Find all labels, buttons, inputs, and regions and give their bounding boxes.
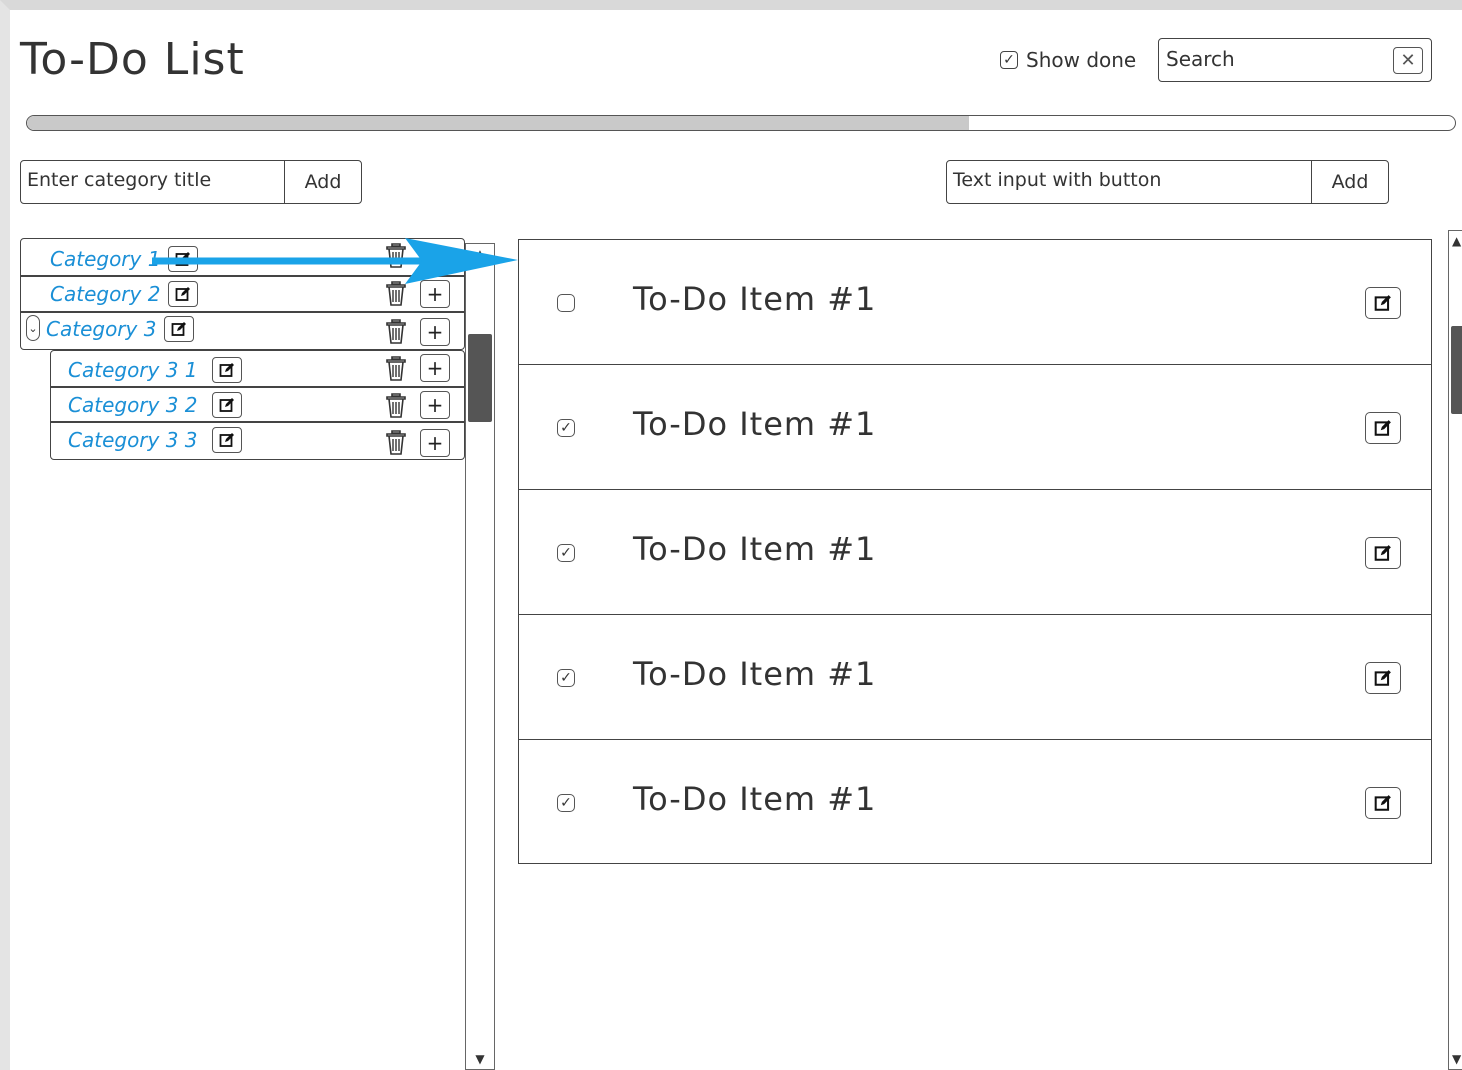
subcategory-item[interactable]: Category 3 2 xyxy=(68,387,242,422)
category-input-group: Enter category title Add xyxy=(20,160,362,204)
show-done-label: Show done xyxy=(1026,48,1137,72)
todo-text: To-Do Item #1 xyxy=(633,655,877,693)
edit-icon[interactable] xyxy=(211,426,242,453)
category-label[interactable]: Category 3 1 xyxy=(68,358,198,382)
edit-icon[interactable] xyxy=(1365,287,1401,319)
scrollbar-thumb[interactable] xyxy=(468,334,492,422)
todo-text-input[interactable]: Text input with button xyxy=(947,161,1311,203)
add-subcategory-button[interactable]: + xyxy=(420,318,450,346)
todo-checkbox[interactable]: ✓ xyxy=(557,669,575,687)
todo-text: To-Do Item #1 xyxy=(633,405,877,443)
category-item[interactable]: Category 2 xyxy=(50,276,199,311)
todo-input-group: Text input with button Add xyxy=(946,160,1389,204)
todo-item[interactable]: ✓ To-Do Item #1 xyxy=(518,489,1432,614)
todo-text: To-Do Item #1 xyxy=(633,780,877,818)
trash-icon[interactable] xyxy=(382,353,410,383)
scroll-up-icon[interactable]: ▲ xyxy=(466,244,494,264)
chevron-down-icon[interactable]: ⌄ xyxy=(26,315,40,341)
add-subcategory-button[interactable]: + xyxy=(420,354,450,382)
category-tree: Category 1 Category 2 + ⌄ Category 3 + C… xyxy=(20,238,495,1070)
scroll-down-icon[interactable]: ▼ xyxy=(1449,1049,1462,1069)
todo-item[interactable]: ✓ To-Do Item #1 xyxy=(518,739,1432,864)
trash-icon[interactable] xyxy=(382,316,410,346)
page-title: To-Do List xyxy=(20,34,245,85)
category-scrollbar[interactable]: ▲ ▼ xyxy=(465,243,495,1070)
scrollbar-thumb[interactable] xyxy=(1451,326,1462,414)
todo-list: To-Do Item #1 ✓ To-Do Item #1 ✓ To-Do It… xyxy=(518,239,1432,864)
trash-icon[interactable] xyxy=(382,427,410,457)
todo-checkbox[interactable]: ✓ xyxy=(557,794,575,812)
show-done-checkbox[interactable]: ✓ xyxy=(1000,51,1018,69)
category-label[interactable]: Category 2 xyxy=(50,282,160,306)
add-subcategory-button[interactable]: + xyxy=(420,391,450,419)
scroll-down-icon[interactable]: ▼ xyxy=(466,1049,494,1069)
search-input[interactable]: Search xyxy=(1166,47,1235,71)
edit-icon[interactable] xyxy=(1365,662,1401,694)
edit-icon[interactable] xyxy=(168,245,199,272)
close-icon[interactable]: ✕ xyxy=(1393,47,1423,74)
todo-checkbox[interactable]: ✓ xyxy=(557,544,575,562)
category-item[interactable]: Category 1 xyxy=(50,241,199,276)
add-subcategory-button[interactable]: + xyxy=(420,280,450,308)
category-label[interactable]: Category 3 xyxy=(46,317,156,341)
edit-icon[interactable] xyxy=(1365,787,1401,819)
scroll-up-icon[interactable]: ▲ xyxy=(1449,231,1462,251)
todo-item[interactable]: To-Do Item #1 xyxy=(518,239,1432,364)
edit-icon[interactable] xyxy=(1365,537,1401,569)
category-label[interactable]: Category 3 3 xyxy=(68,428,198,452)
trash-icon[interactable] xyxy=(382,390,410,420)
edit-icon[interactable] xyxy=(164,315,195,342)
todo-item[interactable]: ✓ To-Do Item #1 xyxy=(518,614,1432,739)
show-done-toggle[interactable]: ✓ Show done xyxy=(1000,46,1136,74)
todo-checkbox[interactable] xyxy=(557,294,575,312)
category-title-input[interactable]: Enter category title xyxy=(21,161,284,203)
edit-icon[interactable] xyxy=(211,356,242,383)
category-label[interactable]: Category 1 xyxy=(50,247,160,271)
edit-icon[interactable] xyxy=(211,391,242,418)
todo-text: To-Do Item #1 xyxy=(633,530,877,568)
add-subcategory-button[interactable]: + xyxy=(420,429,450,457)
add-category-button[interactable]: Add xyxy=(284,161,361,203)
todo-item[interactable]: ✓ To-Do Item #1 xyxy=(518,364,1432,489)
todo-checkbox[interactable]: ✓ xyxy=(557,419,575,437)
search-field[interactable]: Search ✕ xyxy=(1158,38,1432,82)
progress-bar xyxy=(26,115,1456,131)
subcategory-item[interactable]: Category 3 3 xyxy=(68,422,242,457)
todo-text: To-Do Item #1 xyxy=(633,280,877,318)
category-label[interactable]: Category 3 2 xyxy=(68,393,198,417)
trash-icon[interactable] xyxy=(382,278,410,308)
category-item[interactable]: Category 3 xyxy=(46,311,195,346)
progress-fill xyxy=(27,116,970,130)
edit-icon[interactable] xyxy=(168,280,199,307)
subcategory-item[interactable]: Category 3 1 xyxy=(68,352,242,387)
add-todo-button[interactable]: Add xyxy=(1311,161,1388,203)
trash-icon[interactable] xyxy=(382,240,410,270)
todo-scrollbar[interactable]: ▲ ▼ xyxy=(1448,230,1462,1070)
edit-icon[interactable] xyxy=(1365,412,1401,444)
